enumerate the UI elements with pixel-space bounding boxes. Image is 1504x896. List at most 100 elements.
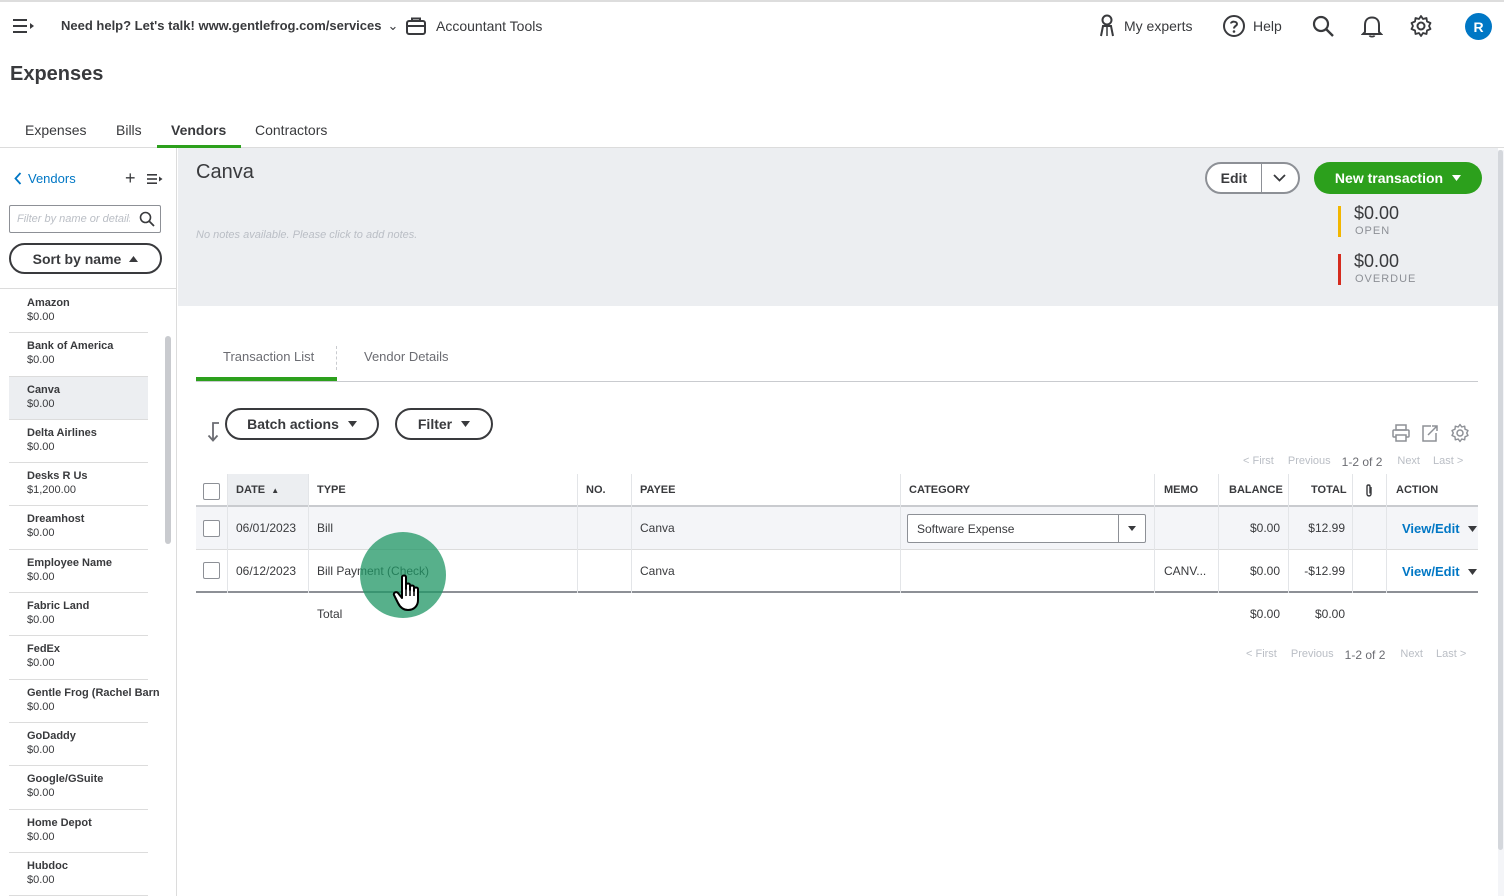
sort-direction-arrow-icon[interactable] [205, 421, 221, 443]
export-icon[interactable] [1420, 423, 1440, 443]
pager-first[interactable]: < First [1243, 455, 1274, 469]
view-edit-label: View/Edit [1402, 521, 1460, 536]
vendor-list-item[interactable]: GoDaddy $0.00 [9, 723, 148, 767]
new-transaction-label: New transaction [1334, 170, 1444, 186]
vendor-list-item[interactable]: Home Depot $0.00 [9, 810, 148, 853]
caret-down-icon[interactable] [1467, 525, 1477, 532]
column-divider [1386, 474, 1387, 507]
my-experts-button[interactable]: My experts [1097, 12, 1192, 40]
vendor-list-item-name: Hubdoc [27, 859, 68, 872]
pager-previous[interactable]: Previous [1288, 455, 1331, 469]
new-transaction-button[interactable]: New transaction [1314, 162, 1482, 194]
pager-previous[interactable]: Previous [1291, 648, 1334, 662]
vendor-filter-field [9, 205, 161, 233]
view-edit-link[interactable]: View/Edit [1402, 521, 1477, 536]
menu-collapse-icon[interactable] [12, 16, 36, 36]
active-inner-tab-indicator [196, 377, 337, 381]
sidebar-scrollbar[interactable] [165, 336, 171, 544]
edit-dropdown-button[interactable] [1262, 164, 1298, 192]
view-edit-link[interactable]: View/Edit [1402, 564, 1477, 579]
pager-next[interactable]: Next [1397, 455, 1420, 469]
filter-button[interactable]: Filter [395, 408, 493, 440]
column-divider [577, 550, 578, 593]
vendor-list-item[interactable]: Canva $0.00 [9, 376, 148, 420]
search-icon[interactable] [1311, 14, 1335, 38]
column-divider [631, 507, 632, 550]
column-divider [1352, 507, 1353, 550]
vendor-list-item-balance: $0.00 [27, 873, 55, 886]
category-select[interactable]: Software Expense [907, 514, 1146, 543]
page-scrollbar-thumb[interactable] [1498, 150, 1503, 850]
tab-expenses[interactable]: Expenses [25, 122, 86, 138]
select-all-checkbox[interactable] [203, 483, 220, 500]
vendor-list-item-balance: $0.00 [27, 830, 55, 843]
page-title: Expenses [10, 63, 104, 85]
add-vendor-plus-icon[interactable]: + [125, 168, 136, 188]
vendor-list-item-name: Canva [27, 383, 61, 396]
cell-memo: CANV... [1164, 564, 1207, 578]
vendor-list-item[interactable]: Hubdoc $0.00 [9, 853, 148, 896]
help-button[interactable]: Help [1222, 12, 1282, 40]
vendor-list-item[interactable]: Dreamhost $0.00 [9, 506, 148, 550]
gear-icon[interactable] [1409, 14, 1433, 38]
pager-next[interactable]: Next [1400, 648, 1423, 662]
table-row[interactable]: 06/12/2023 Bill Payment (Check) Canva CA… [196, 550, 1478, 593]
print-icon[interactable] [1391, 423, 1411, 443]
header-type[interactable]: TYPE [317, 484, 346, 496]
vendor-list-item[interactable]: Delta Airlines $0.00 [9, 420, 148, 464]
my-experts-label: My experts [1124, 18, 1193, 34]
collapse-list-icon[interactable] [147, 173, 163, 185]
vendor-list-item[interactable]: Fabric Land $0.00 [9, 593, 148, 637]
header-category[interactable]: CATEGORY [909, 484, 970, 496]
search-icon[interactable] [139, 211, 155, 227]
column-divider [1154, 550, 1155, 593]
table-row[interactable]: 06/01/2023 Bill Canva Software Expense $… [196, 507, 1478, 550]
header-balance[interactable]: BALANCE [1229, 484, 1283, 496]
sort-by-name-button[interactable]: Sort by name [9, 243, 162, 274]
vendor-list-item-balance: $0.00 [27, 440, 55, 453]
accountant-tools-button[interactable]: Accountant Tools [405, 14, 542, 38]
table-settings-gear-icon[interactable] [1450, 423, 1470, 443]
column-divider [900, 550, 901, 593]
user-avatar[interactable]: R [1465, 13, 1492, 40]
row-checkbox[interactable] [203, 520, 220, 537]
row-checkbox[interactable] [203, 562, 220, 579]
page-scrollbar[interactable] [1498, 150, 1504, 896]
header-memo[interactable]: MEMO [1164, 484, 1198, 496]
vendor-list-item[interactable]: Desks R Us $1,200.00 [9, 463, 148, 507]
tab-vendor-details[interactable]: Vendor Details [364, 349, 449, 364]
vendor-inner-tabs: Transaction List Vendor Details [196, 340, 1478, 382]
edit-button[interactable]: Edit [1207, 164, 1262, 192]
vendor-list-item[interactable]: FedEx $0.00 [9, 636, 148, 680]
vendor-list-item[interactable]: Google/GSuite $0.00 [9, 766, 148, 810]
vendor-list-item[interactable]: Gentle Frog (Rachel Barn $0.00 [9, 680, 160, 723]
header-total[interactable]: TOTAL [1311, 484, 1347, 496]
pager-last[interactable]: Last > [1436, 648, 1466, 662]
vendor-notes[interactable]: No notes available. Please click to add … [196, 229, 417, 241]
caret-down-icon[interactable] [1467, 568, 1477, 575]
batch-actions-button[interactable]: Batch actions [225, 408, 379, 440]
vendor-list-item[interactable]: Employee Name $0.00 [9, 550, 148, 594]
tab-separator [336, 346, 337, 370]
vendor-filter-input[interactable] [10, 206, 130, 232]
pager-first[interactable]: < First [1246, 648, 1277, 662]
chevron-down-icon: ⌄ [387, 18, 399, 33]
vendor-list-item[interactable]: Bank of America $0.00 [9, 333, 148, 377]
tab-bills[interactable]: Bills [116, 122, 142, 138]
header-date[interactable]: DATE ▲ [228, 474, 308, 505]
header-payee[interactable]: PAYEE [640, 484, 675, 496]
help-services-link[interactable]: Need help? Let's talk! www.gentlefrog.co… [61, 18, 398, 34]
header-date-label: DATE [236, 484, 266, 496]
cell-payee: Canva [640, 521, 675, 535]
vendor-list-item[interactable]: Amazon $0.00 [9, 290, 148, 334]
tab-transaction-list[interactable]: Transaction List [223, 349, 314, 364]
header-no[interactable]: NO. [586, 484, 606, 496]
tab-vendors[interactable]: Vendors [171, 122, 226, 138]
column-divider [631, 550, 632, 593]
tab-contractors[interactable]: Contractors [255, 122, 327, 138]
pager-last[interactable]: Last > [1433, 455, 1463, 469]
bell-icon[interactable] [1361, 14, 1383, 38]
column-divider [227, 550, 228, 593]
back-to-vendors-link[interactable]: Vendors [14, 171, 76, 186]
category-dropdown-button[interactable] [1118, 515, 1145, 542]
